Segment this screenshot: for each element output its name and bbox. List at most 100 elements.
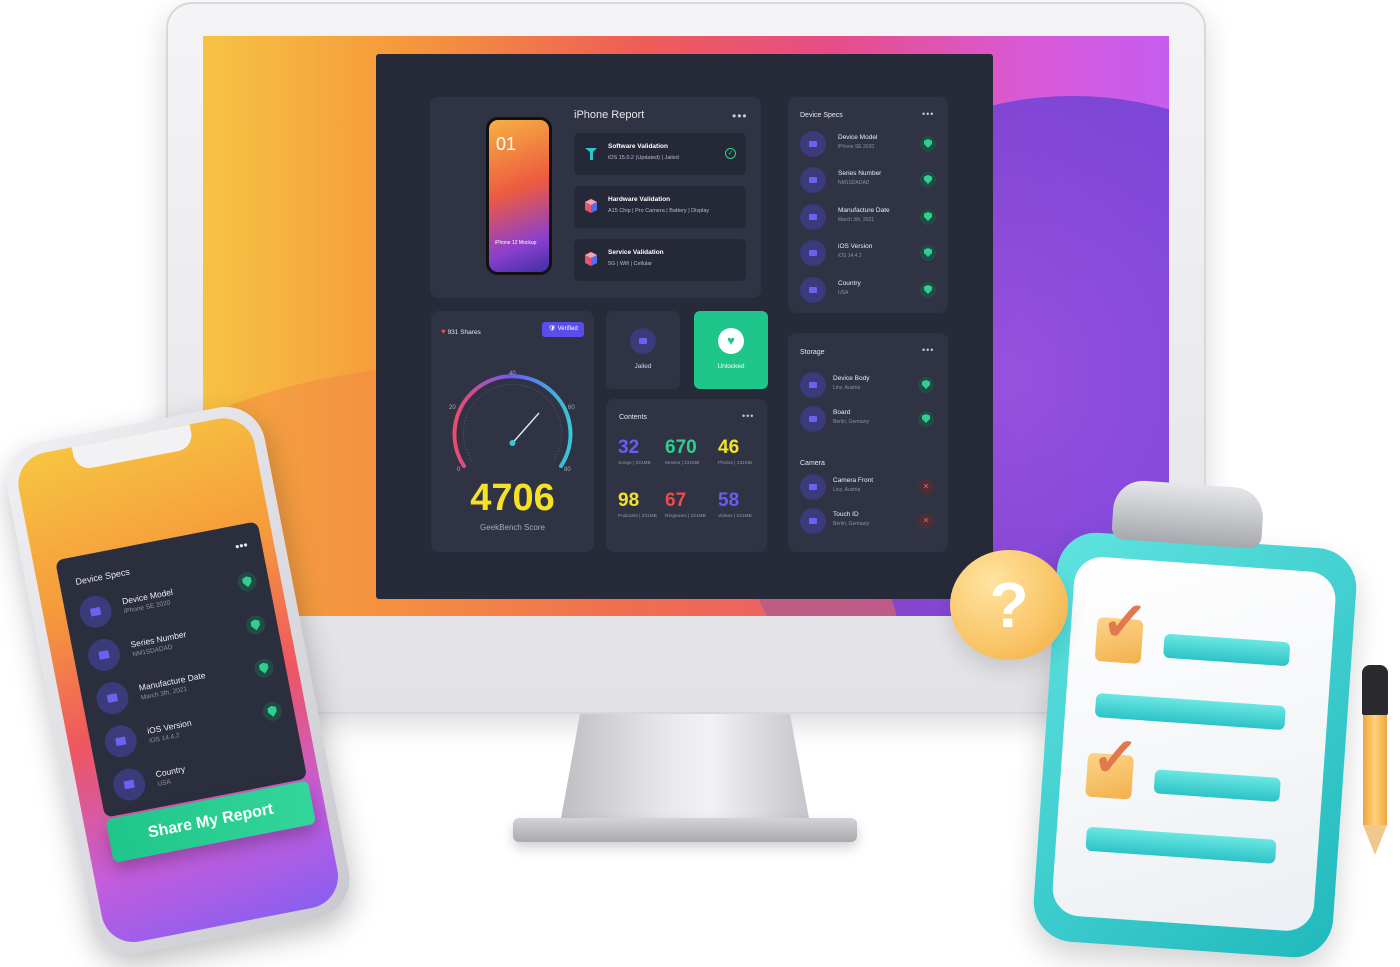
content-stat-movies: 670 Movies | 231MB: [665, 437, 705, 466]
spec-row-device-model: Device Model iPhone SE 2020: [800, 128, 936, 160]
stat-label: Podcasts | 231MB: [618, 514, 657, 519]
content-stat-songs: 32 Songs | 231MB: [618, 437, 658, 466]
iphone-mockup-image: 01 iPhone 12 Mockup: [486, 117, 552, 275]
cube-icon: [585, 252, 597, 266]
spec-name: Camera Front: [833, 477, 874, 484]
phone-notch: [71, 424, 195, 471]
geekbench-card: ♥ 931 Shares 🛡 Verified 0 20 40 60 80 47…: [431, 311, 594, 552]
stat-label: Songs | 231MB: [618, 461, 651, 466]
camera-title: Camera: [800, 460, 825, 467]
device-icon: [630, 328, 656, 354]
stat-value: 46: [718, 437, 740, 458]
shield-check-icon: [244, 613, 267, 637]
spec-value: Berlin, Germany: [833, 419, 870, 425]
device-icon: [800, 474, 826, 500]
question-mark: ?: [989, 569, 1029, 641]
stat-label: Photos | 231MB: [718, 461, 753, 466]
clipboard-clip: [1111, 478, 1265, 550]
spec-value: Berlin, Germany: [833, 521, 870, 527]
validation-title: Software Validation: [608, 143, 668, 150]
hardware-validation-item[interactable]: Hardware Validation A15 Chip | Pro Camer…: [574, 186, 746, 228]
spec-name: Country: [154, 763, 186, 780]
spec-name: Device Model: [838, 134, 878, 141]
stat-label: Movies | 231MB: [665, 461, 700, 466]
jailed-tile[interactable]: Jailed: [606, 311, 680, 389]
verified-label: Verified: [557, 326, 578, 332]
spec-name: Touch ID: [833, 511, 859, 518]
question-bubble-icon: ?: [950, 550, 1068, 660]
device-specs-card: Device Specs ••• Device Model iPhone SE …: [788, 97, 948, 313]
device-icon: [800, 204, 826, 230]
device-icon: [800, 508, 826, 534]
more-options-icon[interactable]: •••: [922, 345, 934, 355]
content-stat-ringtones: 67 Ringtones | 231MB: [665, 490, 706, 519]
spec-value: Linz, Austria: [833, 385, 861, 391]
more-options-icon[interactable]: •••: [732, 109, 748, 123]
device-icon: [76, 592, 115, 631]
device-icon: [800, 131, 826, 157]
phone-screen: Device Specs ••• Device Model iPhone SE …: [12, 412, 344, 948]
device-icon: [110, 765, 148, 804]
stat-label: Ringtones | 231MB: [665, 514, 706, 519]
more-options-icon[interactable]: •••: [234, 538, 249, 554]
phone-card-title: Device Specs: [74, 566, 131, 587]
spec-name: Country: [838, 280, 861, 287]
shares-count[interactable]: ♥ 931 Shares: [441, 327, 481, 336]
close-icon: ✕: [918, 479, 934, 495]
device-icon: [85, 636, 123, 674]
check-circle-icon: ✓: [725, 148, 736, 159]
storage-row-device-body: Device Body Linz, Austria: [800, 369, 934, 401]
service-validation-item[interactable]: Service Validation 5G | Wifi | Cellular: [574, 239, 746, 281]
unlocked-tile[interactable]: ♥ Unlocked: [694, 311, 768, 389]
monitor-stand: [560, 714, 810, 824]
mockup-label: iPhone 12 Mockup: [495, 240, 537, 246]
list-line: [1163, 633, 1291, 667]
device-specs-title: Device Specs: [800, 112, 843, 119]
gauge-tick: 20: [449, 405, 456, 411]
jailed-label: Jailed: [634, 363, 652, 370]
camera-row-touch-id: Touch ID Berlin, Germany ✕: [800, 505, 934, 537]
contents-title: Contents: [619, 414, 648, 421]
check-icon: ✓: [1099, 588, 1151, 655]
storage-row-board: Board Berlin, Germany: [800, 403, 934, 435]
list-line: [1085, 826, 1277, 864]
spec-value: iPhone SE 2020: [838, 144, 875, 150]
spec-row-country: Country USA: [800, 274, 936, 306]
verified-badge: 🛡 Verified: [542, 322, 584, 337]
spec-row-ios-version: iOS Version iOS 14.4.2: [800, 237, 936, 269]
stat-value: 670: [665, 437, 697, 458]
device-icon: [102, 722, 140, 761]
device-icon: [800, 277, 826, 303]
more-options-icon[interactable]: •••: [922, 109, 934, 119]
device-icon: [800, 372, 826, 398]
validation-subtitle: iOS 15.0.2 (Updated) | Jailed: [608, 155, 679, 161]
storage-card: Storage ••• Device Body Linz, Austria Bo…: [788, 333, 948, 552]
shield-check-icon: [236, 570, 259, 593]
geekbench-score: 4706: [470, 477, 555, 519]
spec-name: Device Body: [833, 375, 870, 382]
cube-icon: [585, 199, 597, 213]
unlocked-label: Unlocked: [717, 363, 745, 370]
shield-check-icon: [920, 245, 936, 261]
spec-row-series-number: Series Number NM1SDADAD: [800, 164, 936, 196]
validation-subtitle: 5G | Wifi | Cellular: [608, 261, 653, 267]
clipboard-illustration: ✓ ✓: [1031, 530, 1359, 960]
spec-name: iOS Version: [838, 243, 873, 250]
shares-label: 931 Shares: [447, 329, 481, 336]
shield-check-icon: [252, 657, 276, 680]
list-line: [1153, 769, 1281, 803]
stat-value: 58: [718, 490, 740, 511]
check-icon: ✓: [1089, 723, 1142, 791]
shield-icon: 🛡: [548, 326, 556, 332]
content-stat-videos: 58 Videos | 231MB: [718, 490, 758, 519]
contents-card: Contents ••• 32 Songs | 231MB 670 Movies…: [606, 399, 767, 552]
phone-device-specs-card: Device Specs ••• Device Model iPhone SE …: [55, 521, 308, 818]
shield-check-icon: [918, 377, 934, 393]
software-validation-item[interactable]: Software Validation iOS 15.0.2 (Updated)…: [574, 133, 746, 175]
spec-row-manufacture-date: Manufacture Date March 3th, 2021: [800, 201, 936, 233]
heart-icon: ♥: [441, 327, 446, 336]
shield-check-icon: [920, 282, 936, 298]
validation-subtitle: A15 Chip | Pro Camera | Battery | Displa…: [608, 208, 710, 214]
more-options-icon[interactable]: •••: [742, 411, 754, 421]
validation-title: Hardware Validation: [608, 196, 671, 203]
